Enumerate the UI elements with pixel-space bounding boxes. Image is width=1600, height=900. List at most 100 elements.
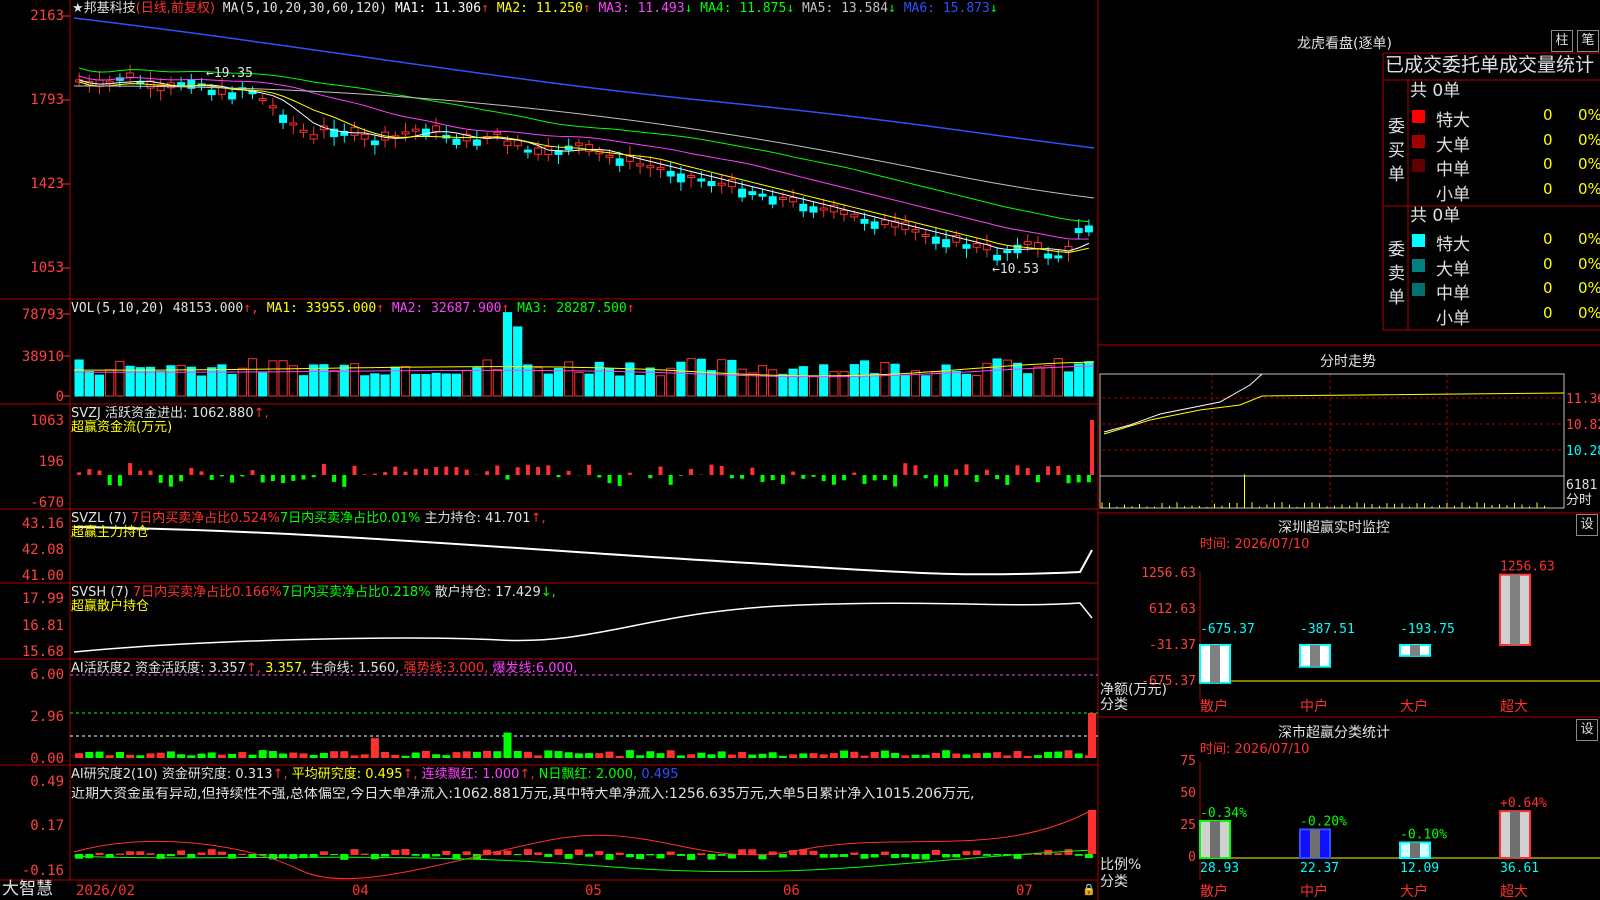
activity-bar [207, 752, 216, 758]
volume-bar [543, 373, 553, 397]
monitor-unit: 净额(万元) [1100, 682, 1167, 698]
brand-logo: 大智慧 [2, 879, 53, 899]
ma1-line [78, 79, 1090, 252]
research-bar [646, 854, 655, 856]
fenshi-ytick: 11.36 [1566, 392, 1600, 407]
activity-bar [819, 754, 828, 758]
xaxis-label: 05 [585, 883, 602, 899]
activity-bar [768, 752, 777, 758]
volume-bar [268, 360, 278, 397]
activity-bar [972, 753, 981, 758]
order-swatch [1412, 234, 1425, 247]
volume-bar [737, 368, 747, 397]
research-bar [136, 851, 145, 855]
classify-settings-button[interactable]: 设 [1576, 719, 1598, 741]
volume-bar [961, 373, 972, 397]
activity-bar [962, 754, 971, 758]
candle [452, 138, 461, 145]
activity-bar [850, 751, 859, 758]
monitor-bar-value: 1256.63 [1500, 560, 1555, 575]
activity-bar [1023, 755, 1032, 758]
activity-bar [177, 754, 186, 758]
volume-bar [227, 373, 237, 397]
research-bar [370, 854, 379, 860]
research-bar [503, 850, 512, 855]
research-bar [605, 854, 614, 860]
volume-bar [757, 365, 768, 397]
activity-bar [697, 752, 706, 758]
volume-bar [941, 364, 951, 397]
activity-bar [1044, 751, 1053, 758]
classify-bar-shade [1210, 820, 1220, 858]
volume-bar [1063, 371, 1074, 397]
monitor-time: 时间: 2026/07/10 [1200, 537, 1310, 552]
vol-ma1 [73, 361, 1095, 377]
monitor-bar-value: -387.51 [1300, 622, 1355, 637]
activity-bar [595, 753, 604, 758]
activity-bar [1064, 750, 1073, 758]
candle [880, 219, 889, 225]
activity-bar [493, 751, 502, 758]
fenshi-avg-line [1103, 392, 1565, 435]
svzl-value: 41.701 [485, 511, 531, 526]
research-bar [350, 849, 359, 855]
activity-bar [503, 732, 512, 758]
candle [1003, 250, 1012, 254]
volume-bar [482, 359, 492, 397]
candle [809, 206, 818, 213]
activity-bar [1074, 753, 1083, 758]
candle [523, 149, 532, 153]
monitor-bar-value: -675.37 [1200, 622, 1255, 637]
volume-bar [553, 367, 564, 397]
volume-bar [880, 362, 890, 397]
svsh-header: SVSH (7) 7日内买卖净占比0.166%7日内买卖净占比0.218% 散户… [71, 586, 556, 599]
chart-canvas[interactable]: -675.37 散户 -387.51 中户 -193.75 大户 1256.63 超大 -0.3… [0, 0, 1600, 900]
xaxis-label: 04 [352, 883, 369, 899]
classify-category: 大户 [1400, 883, 1428, 900]
volume-bar [360, 375, 370, 397]
candle [911, 229, 920, 233]
ma-values: MA1: 11.306↑ MA2: 11.250↑ MA3: 11.493↓ M… [394, 1, 998, 16]
activity-bar [350, 755, 359, 758]
volume-bar [329, 370, 339, 397]
volume-bar [431, 372, 441, 397]
ma-value-1: MA1: 33955.000 [266, 301, 377, 316]
volume-bar [278, 360, 288, 397]
activity-bar [615, 755, 624, 758]
classify-change: -0.20% [1300, 814, 1347, 829]
candle [493, 131, 502, 135]
activity-bar [799, 753, 808, 758]
fenshi-ytick: 10.28 [1566, 444, 1600, 459]
activity-bar [574, 753, 583, 758]
volume-bar [1023, 373, 1033, 397]
order-percent: 0% [1578, 254, 1600, 273]
candle [748, 191, 757, 195]
order-swatch [1412, 307, 1425, 321]
volume-bar [727, 359, 737, 397]
ma-value-5: MA5: 13.584 [794, 1, 889, 16]
candle [309, 134, 318, 140]
research-line [73, 809, 1093, 880]
monitor-settings-button[interactable]: 设 [1576, 514, 1598, 536]
ma-value-3: MA3: 28287.500 [509, 301, 627, 316]
research-bar [177, 850, 186, 855]
activity-bar [829, 753, 838, 758]
bar-mode-button[interactable]: 柱 [1551, 30, 1573, 52]
vol-label: VOL(5,10,20) [71, 301, 165, 316]
activity-bar [666, 750, 675, 758]
activity-bar [115, 751, 124, 758]
volume-bar [890, 363, 900, 397]
tick-mode-button[interactable]: 笔 [1577, 30, 1599, 52]
activity-bar [982, 752, 991, 758]
volume-bar [1053, 358, 1063, 397]
retail-holding-line [73, 602, 1093, 653]
candle [411, 128, 420, 132]
ai2-ytick: -0.16 [21, 863, 64, 879]
activity-bar [738, 751, 747, 758]
volume-bar [523, 364, 533, 397]
ai1-name: AI活跃度2 [71, 661, 131, 676]
activity-bar [891, 752, 900, 758]
activity-bar [656, 753, 665, 758]
ai2-comment: 近期大资金虽有异动,但持续性不强,总体偏空,今日大单净流入:1062.881万元… [71, 787, 975, 801]
lock-icon[interactable]: 🔒 [1082, 884, 1096, 895]
